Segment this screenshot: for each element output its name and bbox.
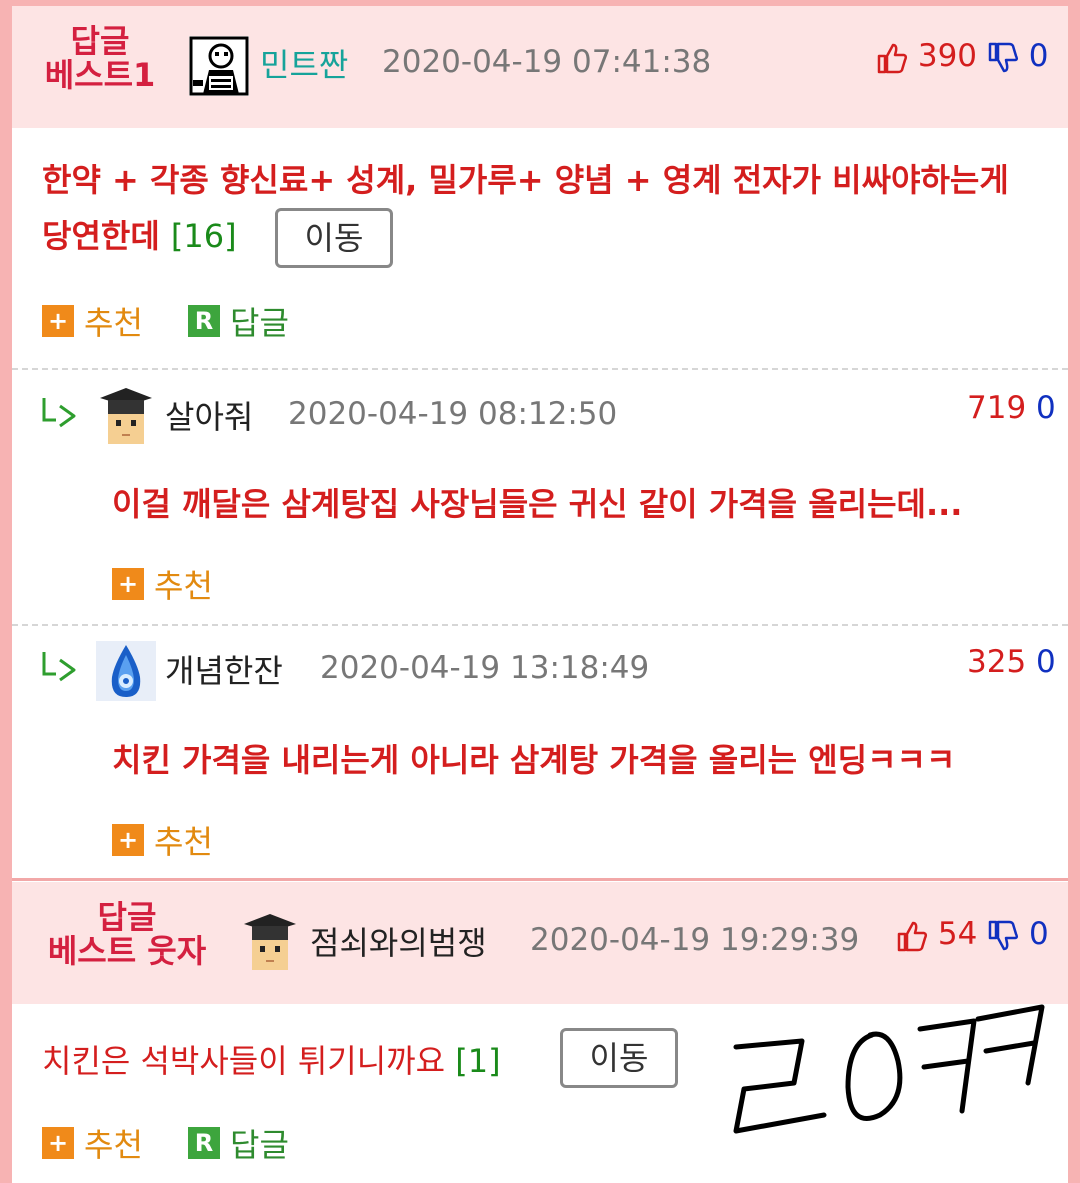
downvote-count: 0: [1036, 644, 1056, 680]
reply-arrow-icon: [42, 652, 76, 682]
reply-icon: R: [188, 1127, 220, 1159]
reply-count[interactable]: [1]: [455, 1042, 500, 1080]
nickname[interactable]: 살아줘: [165, 392, 253, 438]
vote-counter: 325 0: [967, 644, 1056, 680]
upvote-count: 719: [967, 390, 1027, 426]
nickname[interactable]: 개념한잔: [165, 646, 283, 692]
post-date: 2020-04-19 07:41:38: [382, 44, 712, 80]
reply-count[interactable]: [16]: [171, 217, 237, 255]
recommend-button[interactable]: + 추천: [112, 817, 213, 863]
thumbs-down-icon[interactable]: [987, 42, 1019, 74]
reply-icon: R: [188, 305, 220, 337]
user-avatar[interactable]: [96, 386, 156, 446]
upvote-count: 325: [967, 644, 1027, 680]
reply-arrow-icon: [42, 398, 76, 428]
post-date: 2020-04-19 19:29:39: [530, 922, 860, 958]
thumbs-down-icon[interactable]: [987, 920, 1019, 952]
handwriting-scribble: [733, 1004, 1045, 1134]
best-badge: 답글 베스트 웃자: [47, 898, 207, 970]
reply-button[interactable]: R 답글: [188, 1120, 289, 1166]
plus-icon: +: [112, 824, 144, 856]
divider: [12, 368, 1068, 370]
vote-counter: 719 0: [967, 390, 1056, 426]
user-avatar[interactable]: [96, 641, 156, 701]
plus-icon: +: [42, 1127, 74, 1159]
post-date: 2020-04-19 13:18:49: [320, 650, 650, 686]
thumbs-up-icon[interactable]: [876, 42, 908, 74]
plus-icon: +: [112, 568, 144, 600]
recommend-button[interactable]: + 추천: [42, 298, 143, 344]
best-comment-header: 답글 베스트1 민트짠 2020-04-19 07:41:38 390 0: [12, 6, 1068, 128]
downvote-count: 0: [1036, 390, 1056, 426]
thumbs-up-icon[interactable]: [896, 920, 928, 952]
user-avatar[interactable]: [240, 912, 300, 972]
move-button[interactable]: 이동: [275, 208, 393, 268]
nickname[interactable]: 점쇠와의범쟁: [310, 918, 487, 964]
upvote-count: 54: [937, 916, 978, 952]
move-button[interactable]: 이동: [560, 1028, 678, 1088]
comment-text: 한약 + 각종 향신료+ 성계, 밀가루+ 양념 + 영계 전자가 비싸야하는게…: [42, 161, 1009, 255]
best-badge: 답글 베스트1: [44, 22, 156, 94]
divider: [12, 624, 1068, 626]
comment-text: 이걸 깨달은 삼계탕집 사장님들은 귀신 같이 가격을 올리는데...: [112, 485, 963, 523]
section-divider: [12, 878, 1068, 881]
user-avatar[interactable]: [189, 36, 249, 96]
post-date: 2020-04-19 08:12:50: [288, 396, 618, 432]
downvote-count: 0: [1029, 916, 1049, 952]
nickname[interactable]: 민트짠: [260, 40, 348, 86]
comment-text: 치킨은 석박사들이 튀기니까요 [1]: [42, 1042, 501, 1080]
best-comment-header: 답글 베스트 웃자 점쇠와의범쟁 2020-04-19 19:29:39 54 …: [12, 882, 1068, 1004]
upvote-count: 390: [917, 38, 978, 74]
comment-text: 치킨 가격을 내리는게 아니라 삼계탕 가격을 올리는 엔딩ㅋㅋㅋ: [112, 741, 956, 779]
vote-counter: 54 0: [896, 916, 1049, 952]
vote-counter: 390 0: [876, 38, 1048, 74]
reply-button[interactable]: R 답글: [188, 298, 289, 344]
downvote-count: 0: [1028, 38, 1049, 74]
plus-icon: +: [42, 305, 74, 337]
recommend-button[interactable]: + 추천: [42, 1120, 143, 1166]
recommend-button[interactable]: + 추천: [112, 561, 213, 607]
comment-panel: 답글 베스트1 민트짠 2020-04-19 07:41:38 390 0 한약…: [12, 6, 1068, 1183]
